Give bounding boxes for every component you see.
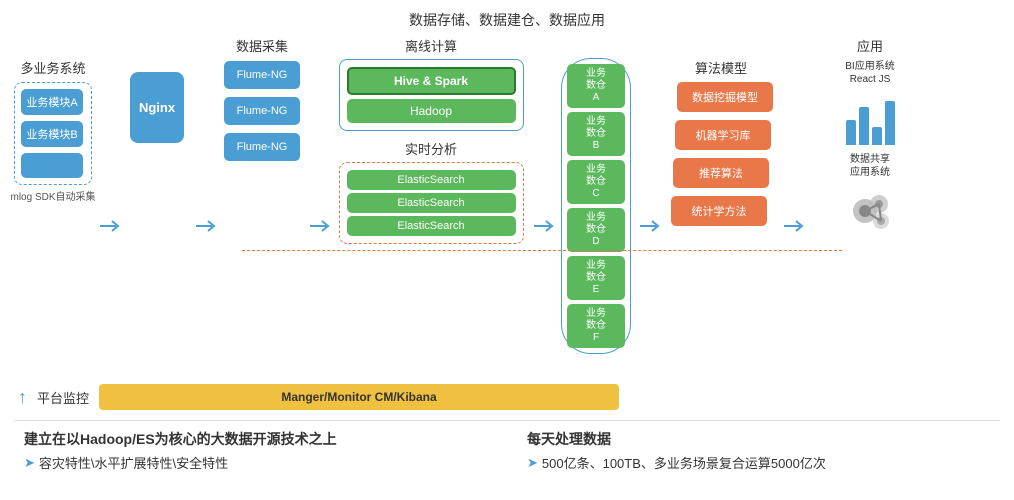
hadoop-box: Hadoop	[347, 99, 516, 123]
warehouse-outer: 业务数仓A 业务数仓B 业务数仓C 业务数仓D 业务数仓E 业务数仓F	[561, 58, 631, 354]
arrow-flume-compute	[308, 36, 330, 376]
section-label-collect: 数据采集	[236, 36, 288, 55]
realtime-box: ElasticSearch ElasticSearch ElasticSearc…	[339, 162, 524, 244]
flume-box-2: Flume-NG	[224, 133, 300, 161]
algo-box-0: 数据挖掘模型	[677, 82, 773, 112]
section-label-system: 多业务系统	[20, 58, 85, 77]
section-label-algo: 算法模型	[695, 58, 747, 77]
bottom-left-title: 建立在以Hadoop/ES为核心的大数据开源技术之上	[24, 429, 497, 449]
bottom-right: 每天处理数据 ➤ 500亿条、100TB、多业务场景复合运算5000亿次	[527, 429, 1000, 472]
col-nginx: Nginx	[126, 36, 188, 143]
es-box-2: ElasticSearch	[347, 216, 516, 236]
arrow-system-nginx	[98, 36, 120, 376]
offline-box: Hive & Spark Hadoop	[339, 59, 524, 131]
module-box-b: 业务模块B	[21, 121, 83, 147]
flume-boxes: Flume-NG Flume-NG Flume-NG	[224, 61, 300, 161]
system-modules: 业务模块A 业务模块B ……	[14, 82, 92, 185]
flume-box-1: Flume-NG	[224, 97, 300, 125]
warehouse-a: 业务数仓A	[567, 64, 625, 108]
app-shared-label: 数据共享应用系统	[850, 153, 890, 179]
diagram-area: 多业务系统 业务模块A 业务模块B …… mlog SDK自动采集 Nginx …	[14, 36, 1000, 376]
main-container: 数据存储、数据建仓、数据应用 多业务系统 业务模块A 业务模块B …… mlog…	[0, 0, 1014, 500]
es-box-1: ElasticSearch	[347, 193, 516, 213]
nginx-box: Nginx	[130, 72, 184, 143]
arrow-nginx-flume	[194, 36, 216, 376]
module-box-dots: ……	[21, 153, 83, 178]
mlog-label: mlog SDK自动采集	[11, 188, 96, 203]
col-compute: 离线计算 Hive & Spark Hadoop 实时分析 ElasticSea…	[336, 36, 526, 244]
algo-stack: 数据挖掘模型 机器学习库 推荐算法 统计学方法	[671, 82, 771, 250]
col-flume: 数据采集 Flume-NG Flume-NG Flume-NG	[222, 36, 302, 161]
bottom-right-title: 每天处理数据	[527, 429, 1000, 449]
arrow-icon-left: ➤	[24, 455, 35, 471]
warehouse-b: 业务数仓B	[567, 112, 625, 156]
section-label-offline: 离线计算	[405, 36, 457, 55]
bottom-left-item: ➤ 容灾特性\水平扩展特性\安全特性	[24, 453, 497, 472]
col-warehouse: 业务数仓A 业务数仓B 业务数仓C 业务数仓D 业务数仓E 业务数仓F	[560, 36, 632, 354]
bottom-right-item: ➤ 500亿条、100TB、多业务场景复合运算5000亿次	[527, 453, 1000, 472]
warehouse-e: 业务数仓E	[567, 256, 625, 300]
module-box-a: 业务模块A	[21, 89, 83, 115]
col-system: 多业务系统 业务模块A 业务模块B …… mlog SDK自动采集	[14, 36, 92, 203]
divider-dashed	[242, 250, 842, 251]
bottom-left: 建立在以Hadoop/ES为核心的大数据开源技术之上 ➤ 容灾特性\水平扩展特性…	[24, 429, 497, 472]
gear-icon	[835, 183, 905, 238]
col-app: 应用 BI应用系统React JS 数据共享应用系统	[810, 36, 930, 238]
platform-label: 平台监控	[37, 388, 89, 407]
algo-box-2: 推荐算法	[673, 158, 769, 188]
hive-spark-box: Hive & Spark	[347, 67, 516, 95]
up-arrow-icon: ↑	[18, 387, 27, 408]
warehouse-f: 业务数仓F	[567, 304, 625, 348]
arrow-algo-app	[782, 36, 804, 376]
arrow-icon-right: ➤	[527, 455, 538, 471]
es-box-0: ElasticSearch	[347, 170, 516, 190]
section-label-app: 应用	[857, 36, 883, 55]
flume-box-0: Flume-NG	[224, 61, 300, 89]
platform-row: ↑ 平台监控 Manger/Monitor CM/Kibana	[14, 384, 1000, 410]
bottom-section: 建立在以Hadoop/ES为核心的大数据开源技术之上 ➤ 容灾特性\水平扩展特性…	[14, 420, 1000, 472]
monitor-bar: Manger/Monitor CM/Kibana	[99, 384, 619, 410]
warehouse-c: 业务数仓C	[567, 160, 625, 204]
warehouse-d: 业务数仓D	[567, 208, 625, 252]
top-label: 数据存储、数据建仓、数据应用	[14, 10, 1000, 30]
arrow-compute-warehouse	[532, 36, 554, 376]
algo-box-1: 机器学习库	[675, 120, 771, 150]
col-algo: 算法模型 数据挖掘模型 机器学习库 推荐算法 统计学方法	[666, 36, 776, 250]
app-bi-label: BI应用系统React JS	[845, 60, 894, 86]
arrow-warehouse-algo	[638, 36, 660, 376]
bi-bar-chart-icon	[825, 90, 915, 145]
section-label-realtime: 实时分析	[405, 139, 457, 158]
algo-box-3: 统计学方法	[671, 196, 767, 226]
